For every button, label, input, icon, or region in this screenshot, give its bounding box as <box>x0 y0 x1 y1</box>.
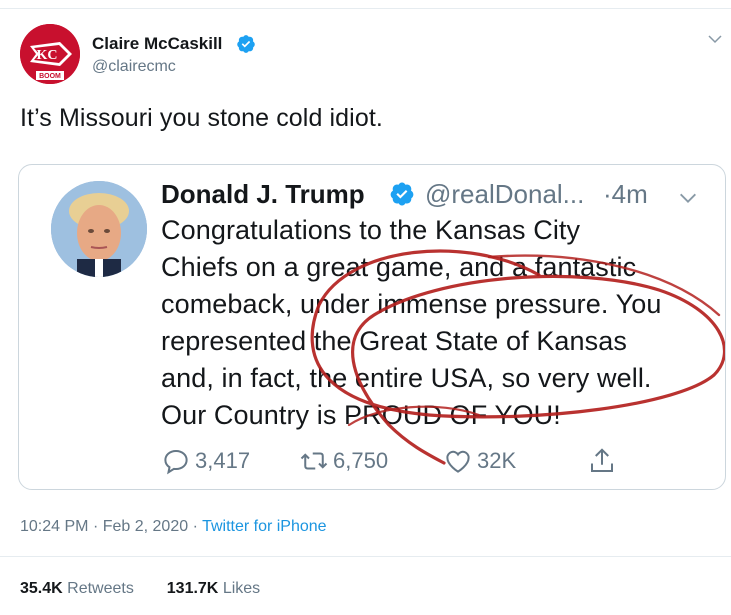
tweet-meta: 10:24 PM · Feb 2, 2020 · Twitter for iPh… <box>20 518 327 535</box>
like-action: 32K <box>443 443 516 479</box>
reply-action: 3,417 <box>161 443 250 479</box>
tweet-date[interactable]: Feb 2, 2020 <box>103 518 188 535</box>
chevron-down-icon <box>680 193 696 203</box>
retweet-count: 6,750 <box>333 448 389 473</box>
likes-label: Likes <box>222 580 261 597</box>
reply-count: 3,417 <box>195 448 251 473</box>
quoted-text-line: comeback, under immense pressure. You <box>161 289 662 319</box>
quoted-text-line: and, in fact, the entire USA, so very we… <box>161 363 652 393</box>
quoted-text-line: Congratulations to the Kansas City <box>161 215 581 245</box>
like-count: 32K <box>477 448 517 473</box>
quoted-timestamp: ·4m <box>603 179 648 209</box>
share-icon <box>591 448 613 472</box>
quoted-text-line: Chiefs on a great game, and a fantastic <box>161 252 637 282</box>
quoted-author-name: Donald J. Trump <box>161 179 365 209</box>
quoted-author-handle: @realDonal... <box>425 179 585 209</box>
tweet-time: 10:24 PM <box>20 518 89 535</box>
quoted-text-line: Our Country is PROUD OF YOU! <box>161 400 561 430</box>
like-icon <box>446 450 470 473</box>
quoted-action-bar: 3,417 6,750 32K <box>161 443 631 479</box>
author-name[interactable]: Claire McCaskill <box>92 34 222 54</box>
share-action <box>587 443 617 479</box>
likes-count: 131.7K <box>166 580 219 597</box>
retweet-action: 6,750 <box>299 443 388 479</box>
likes-stat[interactable]: 131.7K Likes <box>167 580 260 597</box>
chevron-down-icon[interactable] <box>706 30 724 48</box>
quoted-text-line: represented the Great State of Kansas <box>161 326 627 356</box>
author-handle[interactable]: @clairecmc <box>92 58 176 76</box>
chiefs-logo-icon: KC BOOM <box>20 24 80 84</box>
retweet-icon <box>300 452 328 470</box>
svg-text:KC: KC <box>37 48 58 63</box>
quoted-tweet-card[interactable]: Donald J. Trump @realDonal... ·4m Congra… <box>18 164 726 490</box>
tweet-text: It’s Missouri you stone cold idiot. <box>20 104 383 132</box>
top-divider <box>0 8 731 9</box>
retweets-count: 35.4K <box>20 580 63 597</box>
retweets-stat[interactable]: 35.4K Retweets <box>20 580 134 597</box>
verified-icon <box>237 35 255 53</box>
avatar-badge-text: BOOM <box>39 73 61 80</box>
avatar[interactable]: KC BOOM <box>20 24 80 84</box>
stats-divider <box>0 556 731 557</box>
retweets-label: Retweets <box>67 580 134 597</box>
verified-icon <box>390 182 414 206</box>
tweet-stats: 35.4K Retweets 131.7K Likes <box>20 580 260 598</box>
quoted-avatar <box>51 181 147 277</box>
tweet-source-link[interactable]: Twitter for iPhone <box>202 518 327 535</box>
reply-icon <box>164 449 188 475</box>
